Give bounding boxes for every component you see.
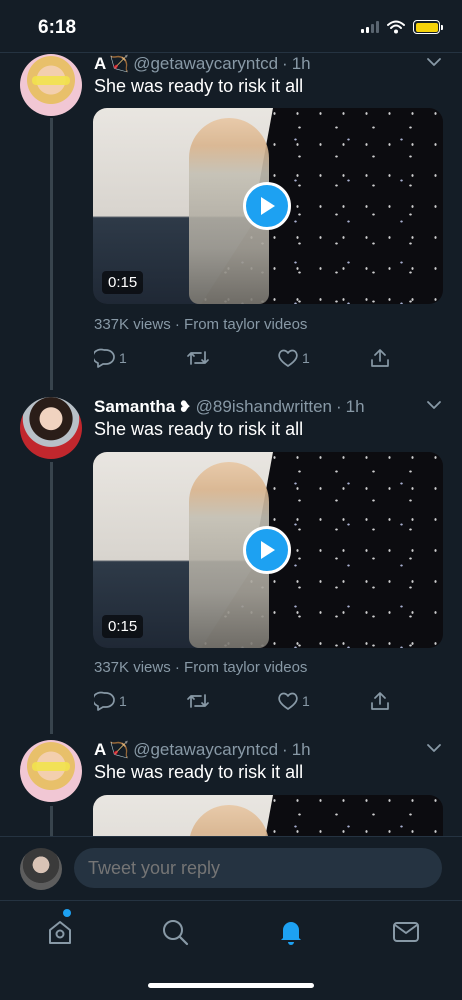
heart-icon [278, 692, 298, 710]
messages-icon[interactable] [391, 917, 421, 947]
video-meta: 337K views · From taylor videos [94, 659, 308, 676]
display-name[interactable]: A [94, 54, 106, 74]
share-button[interactable] [370, 691, 390, 711]
name-emoji: 🏹 [109, 742, 130, 759]
retweet-icon [187, 694, 209, 708]
retweet-button[interactable] [186, 348, 213, 368]
reply-bar [0, 836, 462, 900]
separator-dot: · [336, 397, 342, 416]
video-player[interactable]: 0:15 [93, 108, 443, 304]
reply-icon [94, 348, 115, 368]
tweet[interactable]: A 🏹 @getawaycaryntcd · 1h She was ready … [0, 52, 462, 392]
like-button[interactable]: 1 [277, 348, 310, 368]
video-duration: 0:15 [102, 271, 144, 294]
handle[interactable]: @89ishandwritten [196, 397, 332, 417]
handle[interactable]: @getawaycaryntcd [133, 54, 278, 74]
reply-input[interactable] [74, 848, 442, 888]
reply-button[interactable]: 1 [94, 691, 127, 711]
avatar[interactable] [20, 740, 82, 802]
tweet-header: A 🏹 @getawaycaryntcd · 1h [94, 738, 442, 762]
handle[interactable]: @getawaycaryntcd [133, 740, 278, 760]
user-avatar[interactable] [20, 848, 62, 890]
reply-count: 1 [119, 693, 127, 709]
tweet-text: She was ready to risk it all [94, 419, 304, 439]
reply-count: 1 [119, 350, 127, 366]
search-icon[interactable] [160, 917, 190, 947]
display-name[interactable]: Samantha [94, 397, 175, 417]
notification-dot [63, 909, 71, 917]
tweet-actions: 1 1 [94, 691, 394, 713]
play-button[interactable] [243, 182, 291, 230]
avatar[interactable] [20, 397, 82, 459]
name-emoji: ❥ [178, 399, 192, 416]
tweet[interactable]: Samantha ❥ @89ishandwritten · 1h She was… [0, 395, 462, 735]
tweet-text: She was ready to risk it all [94, 76, 304, 96]
tweet-header: A 🏹 @getawaycaryntcd · 1h [94, 52, 442, 76]
retweet-button[interactable] [186, 691, 213, 711]
play-icon [261, 541, 275, 559]
video-meta: 337K views · From taylor videos [94, 316, 308, 333]
share-button[interactable] [370, 348, 390, 368]
timestamp: 1h [345, 397, 365, 416]
like-button[interactable]: 1 [277, 691, 310, 711]
name-emoji: 🏹 [109, 56, 130, 73]
play-icon [261, 197, 275, 215]
timestamp: 1h [291, 740, 311, 759]
status-icons [361, 20, 443, 34]
chevron-down-icon[interactable] [426, 54, 442, 70]
tweet-actions: 1 1 [94, 348, 394, 370]
chevron-down-icon[interactable] [426, 397, 442, 413]
tweet[interactable]: A 🏹 @getawaycaryntcd · 1h She was ready … [0, 738, 462, 836]
video-player[interactable]: 0:15 [93, 452, 443, 648]
like-count: 1 [302, 350, 310, 366]
share-icon [371, 692, 389, 710]
heart-icon [278, 349, 298, 367]
avatar[interactable] [20, 54, 82, 116]
like-count: 1 [302, 693, 310, 709]
reply-button[interactable]: 1 [94, 348, 127, 368]
status-time: 6:18 [38, 17, 77, 38]
tweet-text: She was ready to risk it all [94, 762, 304, 782]
separator-dot: · [282, 740, 288, 759]
wifi-icon [387, 20, 405, 34]
home-indicator [148, 983, 314, 988]
battery-icon [413, 20, 443, 34]
separator-dot: · [282, 54, 288, 73]
retweet-icon [187, 351, 209, 365]
reply-icon [94, 691, 115, 711]
chevron-down-icon[interactable] [426, 740, 442, 756]
share-icon [371, 349, 389, 367]
play-button[interactable] [243, 526, 291, 574]
notifications-icon[interactable] [276, 917, 306, 947]
home-icon[interactable] [45, 917, 75, 947]
signal-icon [361, 21, 379, 33]
display-name[interactable]: A [94, 740, 106, 760]
timestamp: 1h [291, 54, 311, 73]
video-duration: 0:15 [102, 615, 144, 638]
video-player[interactable] [93, 795, 443, 836]
status-bar: 6:18 [0, 0, 462, 52]
tweet-header: Samantha ❥ @89ishandwritten · 1h [94, 395, 442, 419]
